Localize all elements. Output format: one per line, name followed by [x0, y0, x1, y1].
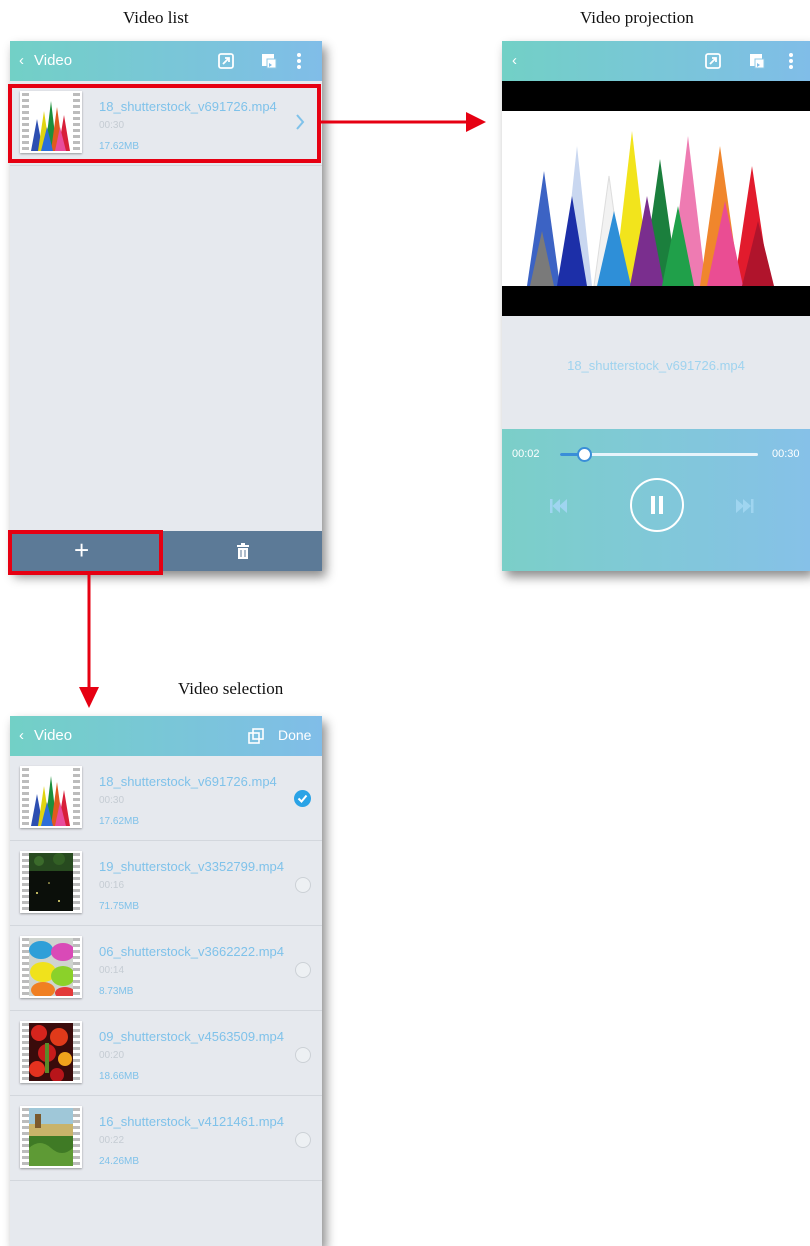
unselected-radio[interactable]	[295, 1047, 311, 1063]
video-file-size: 71.75MB	[99, 901, 140, 912]
video-file-size: 8.73MB	[99, 986, 134, 997]
video-duration: 00:22	[99, 1135, 125, 1146]
caption-video-projection: Video projection	[580, 8, 694, 27]
copy-icon[interactable]	[248, 728, 264, 744]
app-bar: ‹ Video Done	[10, 716, 322, 756]
list-item[interactable]: 16_shutterstock_v4121461.mp4 00:22 24.26…	[10, 1096, 322, 1181]
page-title: Video	[34, 727, 73, 744]
done-button[interactable]: Done	[278, 727, 311, 743]
pause-button[interactable]	[630, 478, 684, 532]
unselected-radio[interactable]	[295, 877, 311, 893]
back-icon[interactable]: ‹	[19, 726, 24, 746]
video-thumbnail	[20, 936, 82, 998]
previous-icon[interactable]	[550, 499, 568, 513]
back-icon[interactable]: ‹	[19, 51, 24, 71]
screen-mirror-icon[interactable]	[260, 52, 278, 70]
app-bar: ‹	[502, 41, 810, 81]
more-vert-icon[interactable]	[296, 52, 302, 70]
seek-bar-track[interactable]	[560, 447, 758, 462]
screen-mirror-icon[interactable]	[748, 52, 766, 70]
app-bar: ‹ Video	[10, 41, 322, 81]
caption-video-list: Video list	[123, 8, 189, 27]
video-thumbnail	[20, 851, 82, 913]
video-file-name: 06_shutterstock_v3662222.mp4	[99, 944, 285, 959]
list-item[interactable]: 09_shutterstock_v4563509.mp4 00:20 18.66…	[10, 1011, 322, 1096]
video-duration: 00:16	[99, 880, 125, 891]
arrow-to-projection	[320, 112, 486, 132]
video-file-name: 19_shutterstock_v3352799.mp4	[99, 859, 285, 874]
video-frame	[502, 111, 810, 286]
video-file-name: 09_shutterstock_v4563509.mp4	[99, 1029, 285, 1044]
cast-icon[interactable]	[217, 52, 235, 70]
video-thumbnail	[20, 1021, 82, 1083]
playing-file-name: 18_shutterstock_v691726.mp4	[567, 358, 745, 373]
more-vert-icon[interactable]	[788, 52, 794, 70]
video-file-size: 18.66MB	[99, 1071, 140, 1082]
highlight-add-button	[8, 530, 163, 575]
video-player[interactable]	[502, 81, 810, 316]
cast-icon[interactable]	[704, 52, 722, 70]
trash-icon[interactable]	[236, 543, 250, 559]
total-time: 00:30	[772, 448, 800, 460]
list-item[interactable]: 19_shutterstock_v3352799.mp4 00:16 71.75…	[10, 841, 322, 926]
current-time: 00:02	[512, 448, 540, 460]
video-thumbnail	[20, 766, 82, 828]
video-selection-screen: ‹ Video Done 18_shutterstock_v691726.mp4…	[10, 716, 322, 1246]
list-item[interactable]: 06_shutterstock_v3662222.mp4 00:14 8.73M…	[10, 926, 322, 1011]
video-file-size: 24.26MB	[99, 1156, 140, 1167]
video-thumbnail	[20, 1106, 82, 1168]
pause-icon	[651, 496, 663, 514]
video-projection-screen: ‹ 18_shutterstock_v691726.mp4 00:02 00:3…	[502, 41, 810, 571]
video-file-name: 16_shutterstock_v4121461.mp4	[99, 1114, 285, 1129]
video-duration: 00:14	[99, 965, 125, 976]
caption-video-selection: Video selection	[178, 679, 284, 698]
playback-controls: 00:02 00:30	[502, 429, 810, 571]
back-icon[interactable]: ‹	[512, 51, 517, 71]
video-duration: 00:30	[99, 795, 125, 806]
video-file-name: 18_shutterstock_v691726.mp4	[99, 774, 277, 789]
next-icon[interactable]	[736, 499, 754, 513]
video-file-size: 17.62MB	[99, 816, 140, 827]
list-item[interactable]: 18_shutterstock_v691726.mp4 00:30 17.62M…	[10, 756, 322, 841]
unselected-radio[interactable]	[295, 1132, 311, 1148]
selected-check-icon[interactable]	[294, 790, 311, 807]
seek-thumb[interactable]	[576, 447, 592, 462]
unselected-radio[interactable]	[295, 962, 311, 978]
highlight-list-item	[8, 84, 321, 163]
video-duration: 00:20	[99, 1050, 125, 1061]
page-title: Video	[34, 52, 73, 69]
arrow-to-selection	[79, 573, 99, 708]
